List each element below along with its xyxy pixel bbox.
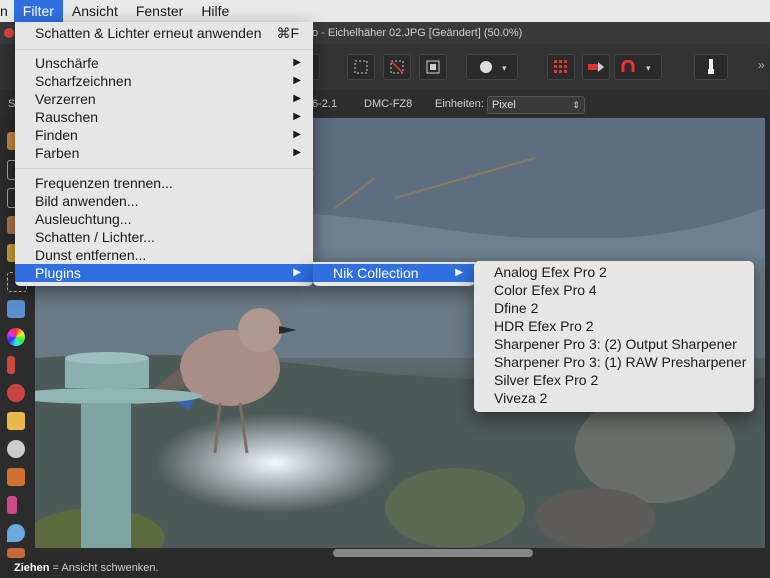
menu-bar: n Filter Ansicht Fenster Hilfe xyxy=(0,0,770,23)
camera-info: DMC-FZ8 xyxy=(364,98,413,110)
menu-separator xyxy=(15,49,313,50)
menu-item-color-efex[interactable]: Color Efex Pro 4 xyxy=(474,281,754,299)
clone-stamp-icon[interactable] xyxy=(7,468,25,486)
status-action: Ziehen xyxy=(14,562,50,574)
menu-item-farben[interactable]: Farben ▶ xyxy=(15,144,313,162)
menu-item-finden[interactable]: Finden ▶ xyxy=(15,126,313,144)
color-wheel-icon[interactable] xyxy=(7,328,25,346)
menu-item-repeat-filter[interactable]: Schatten & Lichter erneut anwenden ⌘F xyxy=(15,24,313,42)
plugins-submenu: Nik Collection ▶ xyxy=(313,262,475,286)
submenu-arrow-icon: ▶ xyxy=(293,75,301,86)
healing-brush-icon[interactable] xyxy=(7,496,17,514)
menu-item-output-sharpener[interactable]: Sharpener Pro 3: (2) Output Sharpener xyxy=(474,335,754,353)
magnet-icon[interactable]: ▾ xyxy=(614,54,662,80)
menu-item-unschaerfe[interactable]: Unschärfe ▶ xyxy=(15,54,313,72)
menu-item-raw-presharpener[interactable]: Sharpener Pro 3: (1) RAW Presharpener xyxy=(474,353,754,371)
close-icon[interactable] xyxy=(4,28,14,38)
submenu-arrow-icon: ▶ xyxy=(293,147,301,158)
marquee-icon[interactable] xyxy=(347,54,375,80)
menu-item-hdr-efex[interactable]: HDR Efex Pro 2 xyxy=(474,317,754,335)
menu-item-nik-collection[interactable]: Nik Collection ▶ xyxy=(313,264,475,282)
submenu-arrow-icon: ▶ xyxy=(455,267,463,278)
submenu-arrow-icon: ▶ xyxy=(293,111,301,122)
snap-icon[interactable] xyxy=(582,54,610,80)
units-label: Einheiten: xyxy=(435,98,484,110)
menu-separator xyxy=(15,168,313,169)
menu-item-label: Scharfzeichnen xyxy=(35,73,132,89)
menu-item-schatten-lichter[interactable]: Schatten / Lichter... xyxy=(15,228,313,246)
menu-item-silver-efex[interactable]: Silver Efex Pro 2 xyxy=(474,371,754,389)
grid-icon[interactable] xyxy=(547,54,575,80)
stepper-arrows-icon: ⇕ xyxy=(572,100,580,110)
lens-info: 6-2.1 xyxy=(312,98,338,110)
submenu-arrow-icon: ▶ xyxy=(293,129,301,140)
svg-text:▾: ▾ xyxy=(646,64,651,74)
menu-item-label: Rauschen xyxy=(35,109,99,125)
menu-item-verzerren[interactable]: Verzerren ▶ xyxy=(15,90,313,108)
menu-item-viveza[interactable]: Viveza 2 xyxy=(474,389,754,407)
nik-collection-submenu: Analog Efex Pro 2 Color Efex Pro 4 Dfine… xyxy=(474,261,754,412)
menu-item-dfine[interactable]: Dfine 2 xyxy=(474,299,754,317)
blur-drop-icon[interactable] xyxy=(7,524,25,542)
units-select[interactable]: Pixel ⇕ xyxy=(487,96,585,114)
paint-brush-icon[interactable] xyxy=(7,356,15,374)
brush-icon[interactable] xyxy=(694,54,728,80)
horizontal-scrollbar[interactable] xyxy=(333,549,533,557)
overflow-chevron-icon[interactable]: » xyxy=(758,58,765,72)
menu-item-plugins[interactable]: Plugins ▶ xyxy=(15,264,313,282)
menu-item-scharfzeichnen[interactable]: Scharfzeichnen ▶ xyxy=(15,72,313,90)
status-bar: Ziehen = Ansicht schwenken. xyxy=(0,558,770,578)
menu-item-frequenzen-trennen[interactable]: Frequenzen trennen... xyxy=(15,174,313,192)
units-value: Pixel xyxy=(492,99,516,111)
smudge-icon[interactable] xyxy=(7,548,25,558)
circle-icon[interactable]: ▾ xyxy=(466,54,518,80)
menu-item-label: Plugins xyxy=(35,265,81,281)
status-text: = Ansicht schwenken. xyxy=(49,562,159,574)
submenu-arrow-icon: ▶ xyxy=(293,57,301,68)
menu-ansicht[interactable]: Ansicht xyxy=(63,0,127,22)
menu-item-label: Schatten & Lichter erneut anwenden xyxy=(35,25,262,41)
deselect-icon[interactable] xyxy=(383,54,411,80)
menu-item-label: Farben xyxy=(35,145,80,161)
svg-text:▾: ▾ xyxy=(502,64,507,74)
invert-selection-icon[interactable] xyxy=(419,54,447,80)
submenu-arrow-icon: ▶ xyxy=(293,93,301,104)
menu-item-bild-anwenden[interactable]: Bild anwenden... xyxy=(15,192,313,210)
menu-item-label: Nik Collection xyxy=(333,265,419,281)
eraser-icon[interactable] xyxy=(7,412,25,430)
menu-item-analog-efex[interactable]: Analog Efex Pro 2 xyxy=(474,263,754,281)
menu-item-rauschen[interactable]: Rauschen ▶ xyxy=(15,108,313,126)
fill-tool-icon[interactable] xyxy=(7,300,25,318)
submenu-arrow-icon: ▶ xyxy=(293,267,301,278)
dodge-icon[interactable] xyxy=(7,440,25,458)
menu-fenster[interactable]: Fenster xyxy=(127,0,192,22)
menu-item-ausleuchtung[interactable]: Ausleuchtung... xyxy=(15,210,313,228)
menu-item-label: Verzerren xyxy=(35,91,96,107)
window-title: o - Eichelhäher 02.JPG [Geändert] (50.0%… xyxy=(312,27,523,39)
menu-filter[interactable]: Filter xyxy=(13,0,63,22)
shortcut-label: ⌘F xyxy=(276,25,299,41)
menu-item-dunst-entfernen[interactable]: Dunst entfernen... xyxy=(15,246,313,264)
menu-view-partial[interactable]: n xyxy=(0,0,14,22)
menu-hilfe[interactable]: Hilfe xyxy=(192,0,238,22)
menu-item-label: Unschärfe xyxy=(35,55,99,71)
color-replace-icon[interactable] xyxy=(7,384,25,402)
filter-menu: Schatten & Lichter erneut anwenden ⌘F Un… xyxy=(15,22,313,286)
menu-item-label: Finden xyxy=(35,127,78,143)
